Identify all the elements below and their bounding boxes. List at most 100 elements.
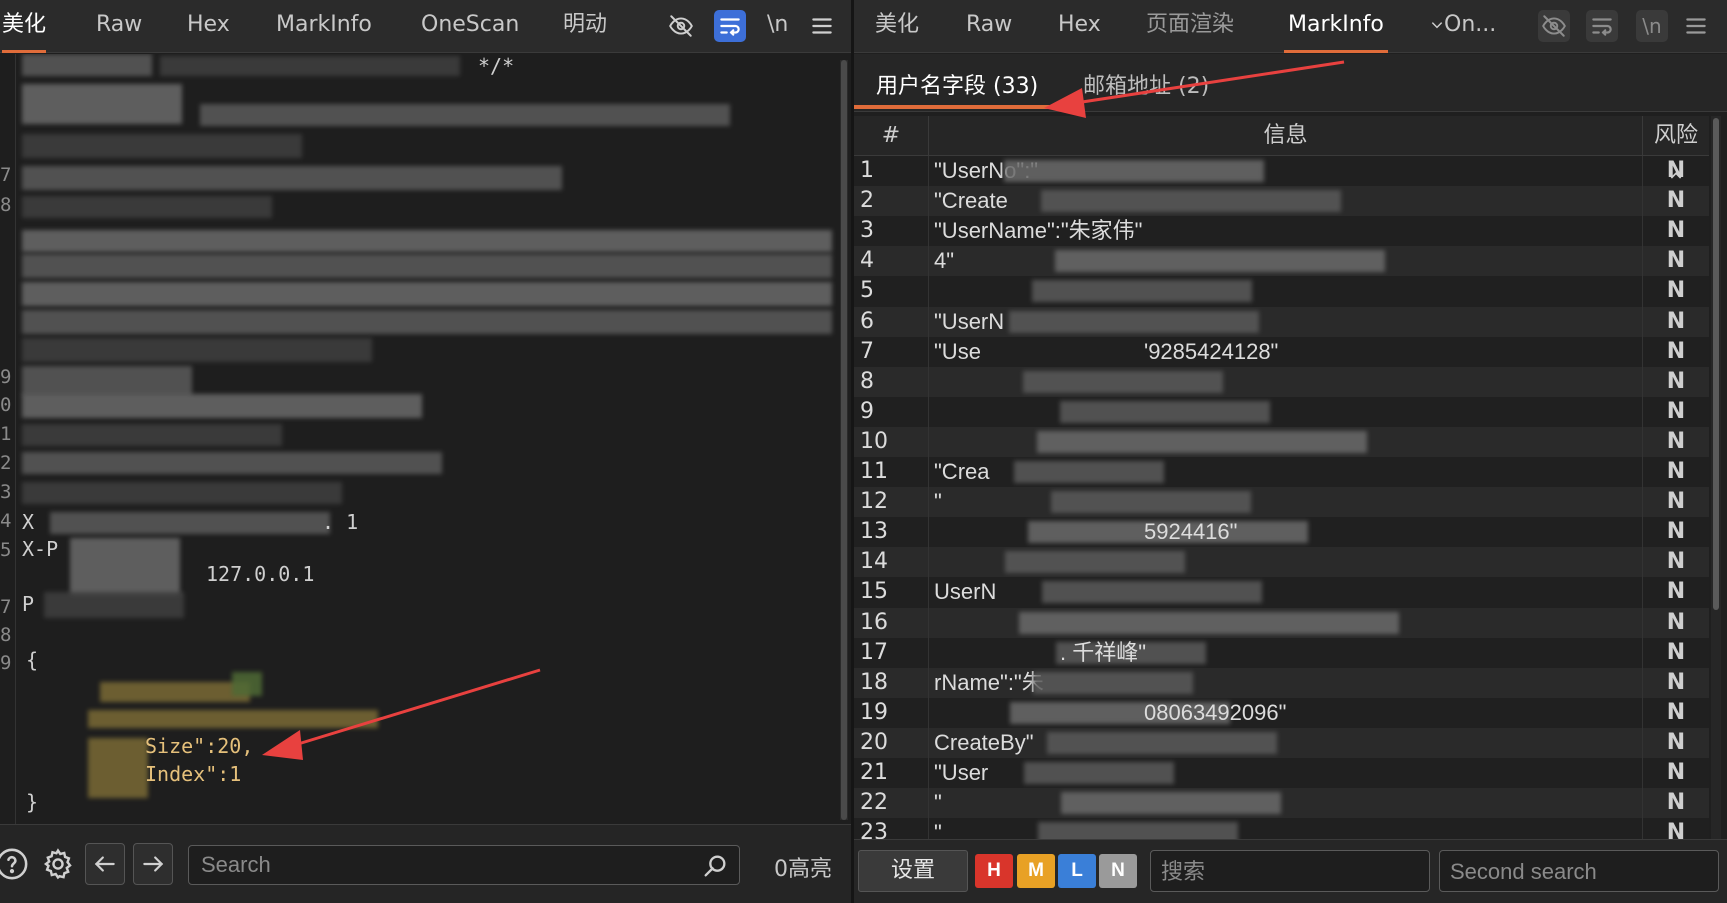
redacted-value [1047, 731, 1277, 754]
table-row[interactable]: 15 UserN N [854, 577, 1709, 607]
arrow-right-icon[interactable] [133, 843, 173, 885]
tab-onescan-collapsed[interactable]: On... [1430, 0, 1496, 53]
right-search-input[interactable] [1161, 857, 1412, 887]
subtab-email-address[interactable]: 邮箱地址 (2) [1083, 68, 1209, 100]
newline-toggle[interactable]: \n [1636, 10, 1668, 42]
redacted-block [232, 672, 262, 696]
redacted-block [22, 282, 832, 306]
filter-none-button[interactable]: N [1099, 854, 1137, 888]
table-row[interactable]: 19 08063492096" N [854, 698, 1709, 728]
table-row[interactable]: 3 "UserName":"朱家伟" N [854, 216, 1709, 246]
left-search-input[interactable] [201, 850, 681, 880]
row-risk: N [1666, 398, 1686, 424]
word-wrap-icon[interactable] [1586, 10, 1618, 42]
redacted-value [1009, 310, 1259, 333]
redacted-block [50, 512, 330, 534]
row-index: 5 [860, 278, 874, 304]
line-number: 0 [0, 394, 12, 416]
table-row[interactable]: 6 "UserN N [854, 306, 1709, 337]
chevron-down-icon [1431, 22, 1443, 29]
redacted-value [1019, 611, 1399, 634]
table-row[interactable]: 1 "UserNo":" N [854, 156, 1709, 186]
filter-low-button[interactable]: L [1058, 854, 1096, 888]
row-info: " [934, 820, 942, 839]
table-row[interactable]: 22 " N [854, 788, 1709, 819]
table-row[interactable]: 2 "Create N [854, 186, 1709, 217]
tab-raw[interactable]: Raw [96, 0, 142, 53]
right-pane: 美化 Raw Hex 页面渲染 MarkInfo On... \n 用户名字段 … [854, 0, 1727, 903]
search-icon[interactable] [701, 852, 729, 880]
request-editor[interactable]: 7 8 9 0 1 2 3 4 5 7 8 9 */* X . 1 X-P 12… [0, 54, 851, 824]
table-row[interactable]: 4 4" N [854, 246, 1709, 277]
row-index: 20 [860, 729, 888, 755]
table-row[interactable]: 5N [854, 276, 1709, 306]
arrow-left-icon[interactable] [85, 843, 125, 885]
row-risk: N [1666, 729, 1686, 755]
filter-medium-button[interactable]: M [1017, 854, 1055, 888]
eye-off-icon[interactable] [1538, 10, 1570, 42]
menu-icon[interactable] [1680, 10, 1712, 42]
tab-raw[interactable]: Raw [966, 0, 1012, 53]
tab-onescan[interactable]: OneScan [421, 0, 519, 53]
code-fragment: */* [478, 54, 515, 78]
table-row[interactable]: 7 "Use '9285424128" N [854, 337, 1709, 367]
left-scrollbar[interactable] [840, 60, 848, 820]
column-divider [1642, 156, 1643, 839]
row-risk: N [1666, 308, 1686, 334]
row-risk: N [1666, 519, 1686, 545]
row-risk: N [1666, 158, 1686, 183]
ip-address: 127.0.0.1 [206, 562, 315, 586]
redacted-block [160, 56, 460, 76]
table-row[interactable]: 8N [854, 366, 1709, 397]
eye-off-icon[interactable] [665, 10, 697, 42]
markinfo-subtabs: 用户名字段 (33) 邮箱地址 (2) [854, 54, 1727, 112]
newline-toggle[interactable]: \n [767, 10, 788, 40]
page-size-line: Size":20, [145, 734, 254, 758]
redacted-block [22, 310, 832, 334]
right-search-box [1150, 850, 1430, 892]
redacted-block [22, 338, 372, 362]
column-header-risk[interactable]: 风险 [1642, 116, 1709, 179]
table-row[interactable]: 12 " N [854, 487, 1709, 518]
row-risk: N [1666, 368, 1686, 394]
tab-mingdong[interactable]: 明动 [563, 0, 607, 53]
table-row[interactable]: 9N [854, 397, 1709, 427]
row-risk: N [1666, 549, 1686, 575]
second-search-input[interactable] [1450, 857, 1701, 887]
tab-markinfo[interactable]: MarkInfo [276, 0, 372, 53]
tab-beautify[interactable]: 美化 [2, 0, 47, 53]
help-icon[interactable] [0, 843, 30, 885]
json-brace-close: } [26, 790, 39, 814]
table-row[interactable]: 13 5924416" N [854, 517, 1709, 547]
table-row[interactable]: 16 N [854, 607, 1709, 638]
table-row[interactable]: 14 N [854, 547, 1709, 578]
table-row[interactable]: 23 " N [854, 818, 1709, 839]
column-header-info[interactable]: 信息 [928, 116, 1642, 156]
word-wrap-icon[interactable] [714, 10, 746, 42]
redacted-value [1060, 400, 1270, 423]
redacted-block [22, 424, 282, 446]
table-row[interactable]: 10 N [854, 426, 1709, 457]
left-search-box [188, 845, 740, 885]
tab-page-render[interactable]: 页面渲染 [1146, 0, 1234, 53]
table-row[interactable]: 11 "Crea N [854, 457, 1709, 487]
table-row[interactable]: 21 "User N [854, 758, 1709, 788]
menu-icon[interactable] [806, 10, 838, 42]
column-header-index[interactable]: # [854, 116, 928, 156]
tab-beautify[interactable]: 美化 [875, 0, 919, 53]
filter-high-button[interactable]: H [975, 854, 1013, 888]
tab-hex[interactable]: Hex [1058, 0, 1101, 53]
settings-gear-icon[interactable] [38, 843, 78, 885]
tab-hex[interactable]: Hex [187, 0, 230, 53]
tab-markinfo[interactable]: MarkInfo [1284, 0, 1388, 53]
table-row[interactable]: 18 rName":"朱 N [854, 667, 1709, 698]
table-row[interactable]: 20 CreateBy" N [854, 727, 1709, 758]
redacted-block [22, 394, 422, 418]
settings-button[interactable]: 设置 [858, 850, 968, 892]
subtab-username-field[interactable]: 用户名字段 (33) [876, 68, 1038, 100]
line-number: 4 [0, 510, 12, 532]
table-row[interactable]: 17 . 千祥峰" N [854, 638, 1709, 668]
line-number: 7 [0, 164, 12, 186]
right-scrollbar[interactable] [1711, 116, 1721, 839]
redacted-block [22, 366, 192, 396]
